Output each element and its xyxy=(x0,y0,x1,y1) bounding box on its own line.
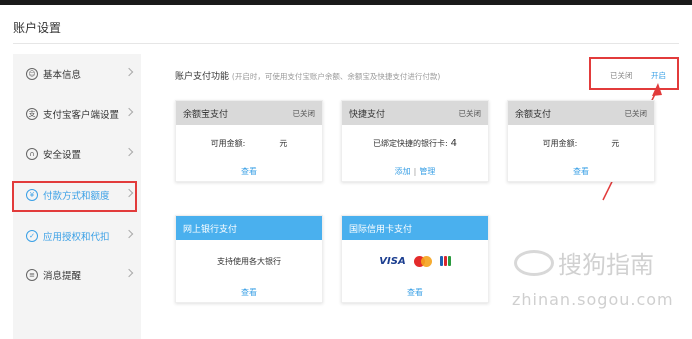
footer-separator: | xyxy=(413,166,417,176)
add-link[interactable]: 添加 xyxy=(395,166,411,177)
view-link[interactable]: 查看 xyxy=(241,166,257,177)
view-link[interactable]: 查看 xyxy=(407,287,423,298)
sidebar-item-label: 支付宝客户端设置 xyxy=(43,110,120,121)
card-footer: 查看 xyxy=(176,161,322,181)
watermark-logo-icon xyxy=(514,250,554,276)
section-title-text: 账户支付功能 xyxy=(175,72,230,82)
visa-logo: VISA xyxy=(379,255,406,267)
watermark-text: 搜狗指南 xyxy=(558,251,654,279)
card-body: 可用金额: 元 xyxy=(508,125,654,161)
sidebar-item-label: 应用授权和代扣 xyxy=(43,232,110,243)
card-title: 快捷支付 xyxy=(349,109,386,120)
card-body-label: 已绑定快捷的银行卡: xyxy=(372,138,448,148)
sidebar-item-security[interactable]: ∩ 安全设置 xyxy=(13,140,141,168)
card-body-value: 元 xyxy=(279,138,288,148)
card-footer: 查看 xyxy=(508,161,654,181)
sidebar-item-label: 基本信息 xyxy=(43,70,82,81)
card-body: 支持使用各大银行 xyxy=(176,240,322,282)
view-link[interactable]: 查看 xyxy=(241,287,257,298)
card-body-value: 4 xyxy=(450,137,458,149)
sidebar-item-app-authorization[interactable]: ✓ 应用授权和代扣 xyxy=(13,222,141,250)
card-header: 余额宝支付 已关闭 xyxy=(176,101,322,128)
card-footer: 查看 xyxy=(176,282,322,302)
card-international-credit: 国际信用卡支付 VISA 查看 xyxy=(341,215,489,303)
manage-link[interactable]: 管理 xyxy=(419,166,435,177)
sidebar-item-label: 安全设置 xyxy=(43,150,82,161)
card-body-label: 可用金额: xyxy=(210,138,246,148)
highlight-box xyxy=(12,181,137,212)
sidebar-item-client-settings[interactable]: 支 支付宝客户端设置 xyxy=(13,100,141,128)
card-online-banking: 网上银行支付 支持使用各大银行 查看 xyxy=(175,215,323,303)
check-icon: ✓ xyxy=(26,230,38,242)
card-body: VISA xyxy=(342,240,488,282)
card-status: 已关闭 xyxy=(292,108,316,118)
card-yuebao: 余额宝支付 已关闭 可用金额: 元 查看 xyxy=(175,100,323,182)
card-title: 余额宝支付 xyxy=(183,109,229,120)
title-divider xyxy=(13,43,679,44)
card-header: 余额支付 已关闭 xyxy=(508,101,654,128)
card-brand-logos: VISA xyxy=(379,255,451,267)
chevron-right-icon xyxy=(124,67,134,77)
card-title: 网上银行支付 xyxy=(183,224,238,235)
watermark-url: zhinan.sogou.com xyxy=(512,290,674,309)
card-title: 国际信用卡支付 xyxy=(349,224,413,235)
message-icon: ≡ xyxy=(26,269,38,281)
section-title: 账户支付功能 (开启时，可使用支付宝账户余额、余额宝及快捷支付进行付款) xyxy=(175,69,440,82)
chevron-right-icon xyxy=(124,107,134,117)
card-balance-pay: 余额支付 已关闭 可用金额: 元 查看 xyxy=(507,100,655,182)
card-header: 快捷支付 已关闭 xyxy=(342,101,488,128)
card-body-label: 可用金额: xyxy=(542,138,578,148)
chevron-right-icon xyxy=(124,147,134,157)
page-title: 账户设置 xyxy=(13,21,62,35)
card-status: 已关闭 xyxy=(624,108,648,118)
sidebar-item-notifications[interactable]: ≡ 消息提醒 xyxy=(13,261,141,289)
chevron-right-icon xyxy=(124,229,134,239)
lock-icon: ∩ xyxy=(26,148,38,160)
section-hint: (开启时，可使用支付宝账户余额、余额宝及快捷支付进行付款) xyxy=(231,72,441,81)
card-header: 网上银行支付 xyxy=(176,216,322,243)
card-footer: 添加 | 管理 xyxy=(342,161,488,181)
card-body-value: 元 xyxy=(611,138,620,148)
top-bar xyxy=(0,0,692,5)
card-status: 已关闭 xyxy=(458,108,482,118)
card-title: 余额支付 xyxy=(515,109,552,120)
chevron-right-icon xyxy=(124,268,134,278)
alipay-client-icon: 支 xyxy=(26,108,38,120)
card-footer: 查看 xyxy=(342,282,488,302)
card-body: 已绑定快捷的银行卡: 4 xyxy=(342,125,488,161)
sidebar-item-label: 消息提醒 xyxy=(43,271,82,282)
card-quick-pay: 快捷支付 已关闭 已绑定快捷的银行卡: 4 添加 | 管理 xyxy=(341,100,489,182)
card-body: 可用金额: 元 xyxy=(176,125,322,161)
card-header: 国际信用卡支付 xyxy=(342,216,488,243)
sidebar-item-basic-info[interactable]: ☺ 基本信息 xyxy=(13,60,141,88)
view-link[interactable]: 查看 xyxy=(573,166,589,177)
jcb-icon xyxy=(439,256,451,266)
card-body-label: 支持使用各大银行 xyxy=(217,256,281,266)
mastercard-icon xyxy=(413,255,432,267)
user-icon: ☺ xyxy=(26,68,38,80)
